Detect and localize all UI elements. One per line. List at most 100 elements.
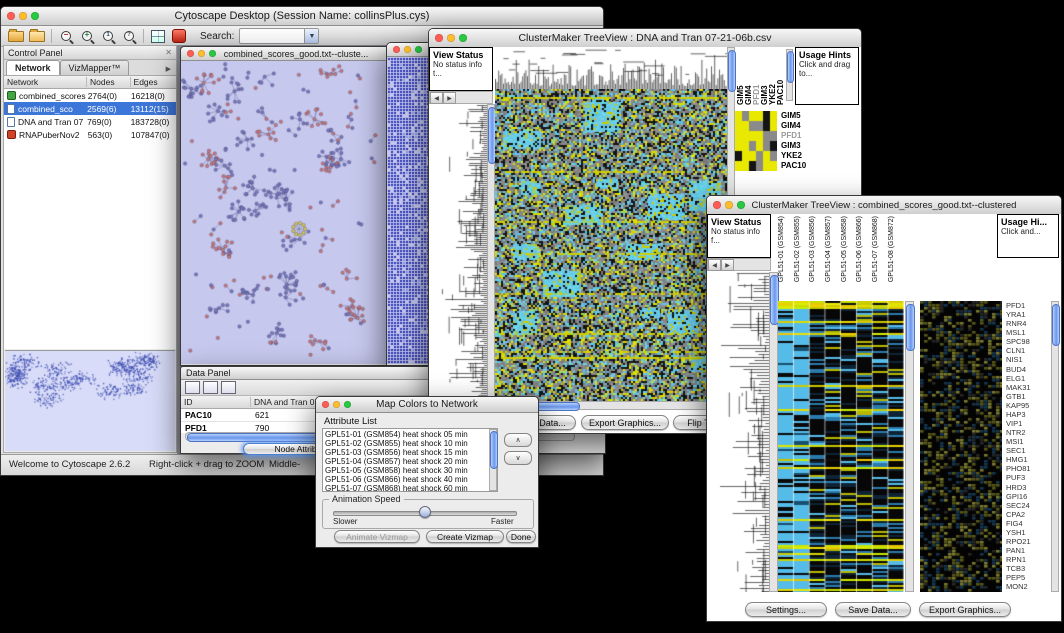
gene-label[interactable]: YKE2	[781, 151, 806, 161]
col-edges[interactable]: Edges	[131, 77, 176, 87]
gene-label[interactable]: RPN1	[1006, 555, 1050, 564]
close-icon[interactable]	[713, 201, 721, 209]
dialog-titlebar[interactable]: Map Colors to Network	[316, 397, 538, 413]
network-list-row[interactable]: DNA and Tran 07 769(0) 183728(0)	[4, 115, 176, 128]
attribute-list-item[interactable]: GPL51-05 (GSM858) heat shock 30 min	[325, 466, 495, 475]
gene-label[interactable]: PAC10	[777, 49, 785, 105]
tab-network[interactable]: Network	[6, 60, 60, 75]
array-label[interactable]: GPL51-01 (GSM854)	[778, 216, 794, 282]
gene-label[interactable]: FIG4	[1006, 519, 1050, 528]
gene-label[interactable]: BUD4	[1006, 365, 1050, 374]
export-graphics-button[interactable]: Export Graphics...	[581, 415, 669, 430]
array-label[interactable]: GPL51-02 (GSM855)	[794, 216, 810, 282]
save-data-button[interactable]: Save Data...	[835, 602, 911, 617]
close-icon[interactable]	[435, 34, 443, 42]
gene-label[interactable]: PFD1	[1006, 301, 1050, 310]
scroll-left-icon[interactable]: ◀	[708, 259, 721, 271]
scrollbar-thumb[interactable]	[1052, 304, 1060, 346]
minimize-icon[interactable]	[198, 50, 205, 57]
close-icon[interactable]	[322, 401, 329, 408]
chevron-down-icon[interactable]: ▼	[304, 29, 318, 43]
scroll-left-icon[interactable]: ◀	[430, 92, 443, 104]
column-dendrogram-canvas[interactable]	[495, 47, 727, 89]
maximize-icon[interactable]	[344, 401, 351, 408]
move-down-button[interactable]: ∨	[504, 451, 532, 465]
row-dendrogram-canvas[interactable]	[429, 104, 487, 415]
attribute-list-item[interactable]: GPL51-03 (GSM856) heat shock 15 min	[325, 448, 495, 457]
gene-label[interactable]: SEC24	[1006, 501, 1050, 510]
attribute-list-item[interactable]: GPL51-07 (GSM868) heat shock 60 min	[325, 484, 495, 492]
minimize-icon[interactable]	[725, 201, 733, 209]
list-vscrollbar[interactable]	[489, 429, 497, 491]
attribute-list-item[interactable]: GPL51-06 (GSM866) heat shock 40 min	[325, 475, 495, 484]
gene-label[interactable]: KAP95	[1006, 401, 1050, 410]
create-vizmap-button[interactable]: Create Vizmap	[426, 530, 504, 543]
zoom-in-button[interactable]: +	[77, 28, 97, 45]
col-network[interactable]: Network	[4, 77, 87, 87]
panel-close-icon[interactable]: ✕	[165, 48, 172, 57]
array-label[interactable]: GPL51-06 (GSM866)	[856, 216, 872, 282]
scroll-right-icon[interactable]: ▶	[443, 92, 456, 104]
gene-label[interactable]: GIM5	[781, 111, 806, 121]
export-graphics-button[interactable]: Export Graphics...	[919, 602, 1011, 617]
import-network-button[interactable]	[27, 28, 47, 45]
scrollbar-thumb[interactable]	[787, 51, 794, 83]
row-dendro-vscrollbar[interactable]	[769, 272, 778, 592]
gene-label[interactable]: HAP3	[1006, 410, 1050, 419]
col-nodes[interactable]: Nodes	[87, 77, 131, 87]
main-titlebar[interactable]: Cytoscape Desktop (Session Name: collins…	[1, 7, 603, 26]
treeview1-hscrollbar[interactable]: ◀ ▶	[429, 91, 493, 104]
network-graph-canvas[interactable]	[181, 61, 409, 364]
gene-label[interactable]: CLN1	[1006, 346, 1050, 355]
minimize-icon[interactable]	[447, 34, 455, 42]
network-list-row[interactable]: RNAPuberNov2 563(0) 107847(0)	[4, 128, 176, 141]
birdseye-view-canvas[interactable]	[5, 350, 175, 451]
gene-label[interactable]: PFD1	[781, 131, 806, 141]
minimize-icon[interactable]	[19, 12, 27, 20]
maximize-icon[interactable]	[31, 12, 39, 20]
zoom-fit-button[interactable]: ?	[119, 28, 139, 45]
minimize-icon[interactable]	[404, 46, 411, 53]
gene-label[interactable]: GIM4	[781, 121, 806, 131]
close-icon[interactable]	[393, 46, 400, 53]
tab-vizmapper[interactable]: VizMapper™	[60, 60, 130, 75]
network-view-titlebar[interactable]: combined_scores_good.txt--cluste...	[181, 47, 411, 61]
speed-slider-thumb[interactable]	[419, 506, 431, 518]
label-vscrollbar[interactable]	[786, 49, 793, 101]
vizmapper-button[interactable]	[169, 28, 189, 45]
gene-label[interactable]: NTR2	[1006, 428, 1050, 437]
open-session-button[interactable]	[6, 28, 26, 45]
close-icon[interactable]	[187, 50, 194, 57]
row-dendro-vscrollbar[interactable]	[487, 104, 495, 415]
gene-label[interactable]: CPA2	[1006, 510, 1050, 519]
attribute-list-item[interactable]: GPL51-04 (GSM857) heat shock 20 min	[325, 457, 495, 466]
gene-label[interactable]: ELG1	[1006, 374, 1050, 383]
gene-label[interactable]: TCB3	[1006, 564, 1050, 573]
treeview1-titlebar[interactable]: ClusterMaker TreeView : DNA and Tran 07-…	[429, 29, 861, 48]
array-label[interactable]: GPL51-04 (GSM857)	[825, 216, 841, 282]
settings-button[interactable]: Settings...	[745, 602, 827, 617]
create-attribute-icon[interactable]	[203, 381, 218, 394]
gene-label[interactable]: MON2	[1006, 582, 1050, 591]
heatmap-vscrollbar[interactable]	[905, 301, 914, 592]
gene-list-vscrollbar[interactable]	[1051, 301, 1059, 592]
gene-label[interactable]: NIS1	[1006, 355, 1050, 364]
gene-label[interactable]: MSI1	[1006, 437, 1050, 446]
zoom-out-button[interactable]: −	[56, 28, 76, 45]
scroll-right-icon[interactable]: ▶	[721, 259, 734, 271]
gene-label[interactable]: GIM3	[781, 141, 806, 151]
maximize-icon[interactable]	[737, 201, 745, 209]
attribute-list-item[interactable]: GPL51-01 (GSM854) heat shock 05 min	[325, 430, 495, 439]
gene-label[interactable]: GTB1	[1006, 392, 1050, 401]
gene-label[interactable]: GPI16	[1006, 492, 1050, 501]
treeview2-hscrollbar[interactable]: ◀ ▶	[707, 258, 771, 271]
gene-label[interactable]: PAC10	[781, 161, 806, 171]
gene-label[interactable]: MAK31	[1006, 383, 1050, 392]
tab-overflow-icon[interactable]: ▶	[166, 65, 174, 75]
gene-label[interactable]: PHO81	[1006, 464, 1050, 473]
attribute-batch-icon[interactable]	[221, 381, 236, 394]
minimize-icon[interactable]	[333, 401, 340, 408]
close-icon[interactable]	[7, 12, 15, 20]
heatmap-canvas[interactable]	[778, 301, 904, 592]
treeview2-titlebar[interactable]: ClusterMaker TreeView : combined_scores_…	[707, 196, 1061, 215]
